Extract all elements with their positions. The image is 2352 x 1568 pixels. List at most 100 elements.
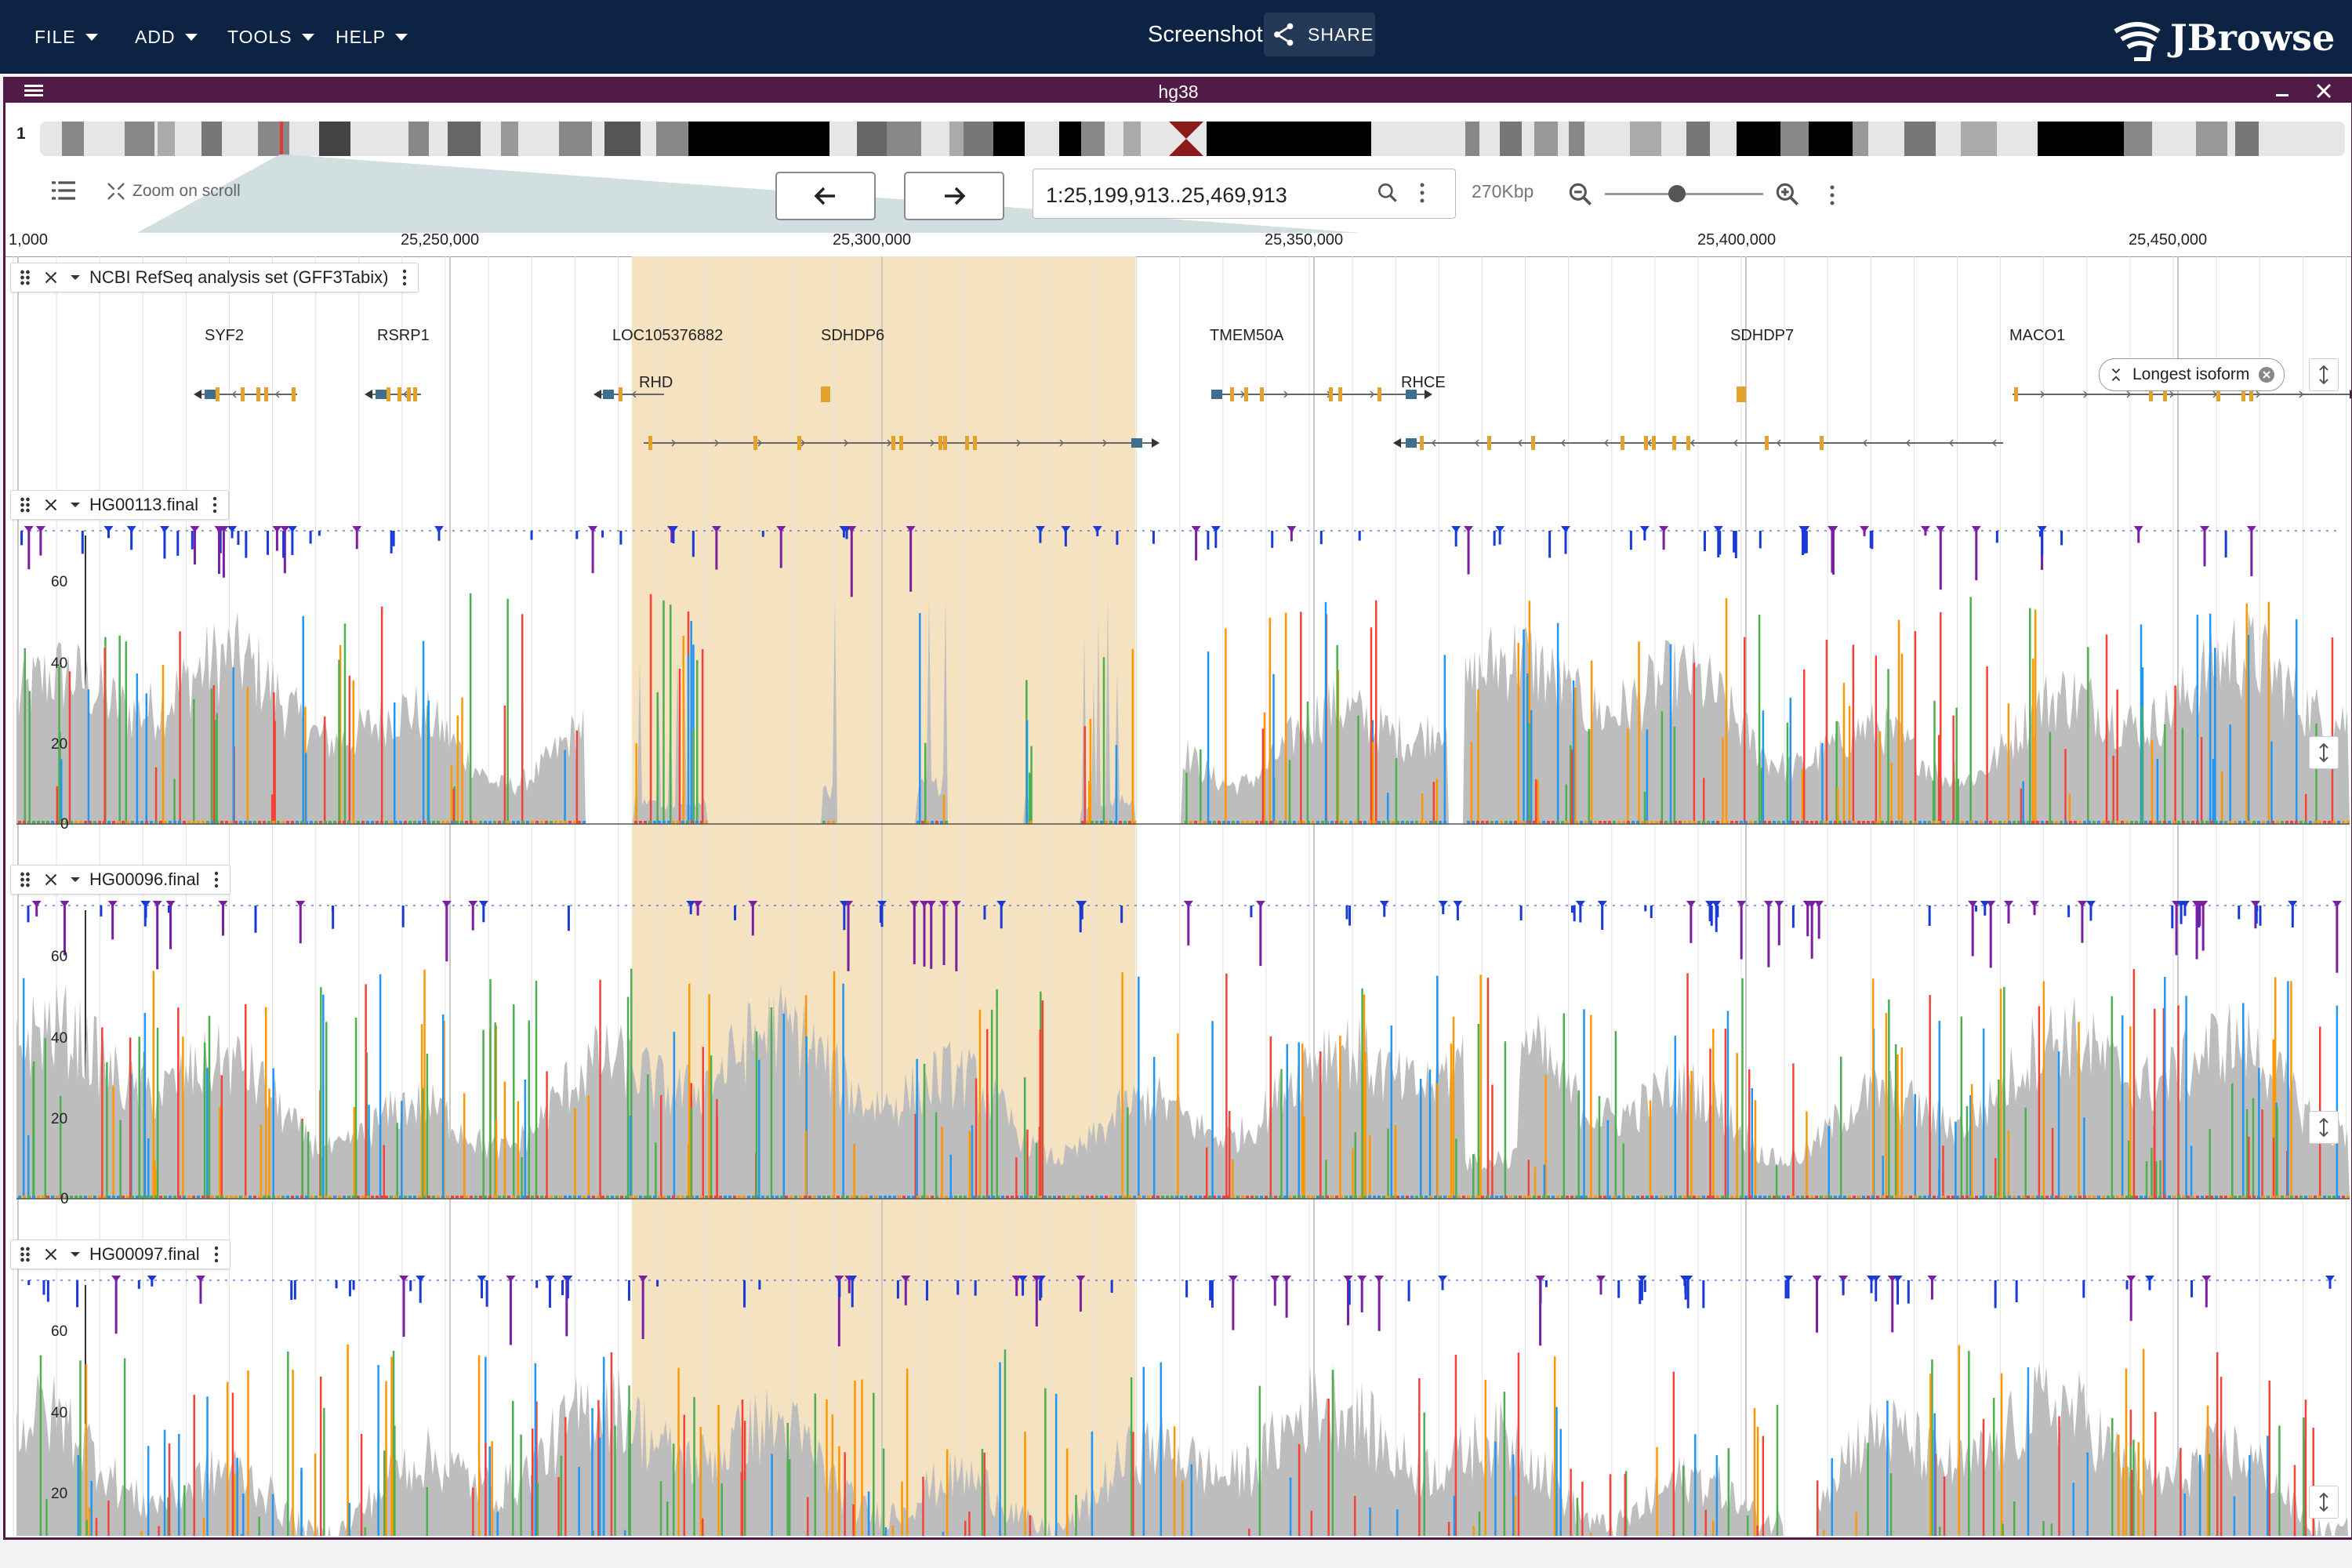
more-vert-icon[interactable]	[206, 493, 223, 517]
minimize-icon[interactable]	[2271, 79, 2295, 103]
zoom-slider[interactable]	[1605, 184, 1763, 203]
indel-triangle	[60, 901, 70, 907]
indel-triangle	[1575, 901, 1585, 907]
scroll-left-button[interactable]	[775, 172, 876, 220]
drag-handle-icon[interactable]	[14, 869, 36, 891]
track-header-coverage[interactable]: HG00113.final	[10, 490, 230, 520]
drag-handle-icon[interactable]	[14, 267, 36, 289]
gene-label[interactable]: RHCE	[1401, 374, 1446, 392]
location-input[interactable]: 1:25,199,913..25,469,913	[1046, 183, 1287, 208]
cytoband	[1569, 122, 1584, 156]
track-list-icon[interactable]	[48, 175, 79, 206]
cytoband	[258, 122, 289, 156]
close-icon[interactable]	[2312, 79, 2336, 103]
cytoband	[559, 122, 592, 156]
gene-label[interactable]: LOC105376882	[612, 327, 723, 345]
menu-file[interactable]: FILE	[34, 0, 98, 74]
ruler-tick-label: 25,250,000	[401, 231, 480, 249]
drag-handle-icon[interactable]	[14, 494, 36, 516]
zoom-slider-thumb[interactable]	[1668, 185, 1686, 202]
menu-add[interactable]: ADD	[135, 0, 198, 74]
indel-triangle	[1379, 901, 1389, 907]
track-header-coverage[interactable]: HG00097.final	[10, 1240, 230, 1269]
tracks-canvas[interactable]	[5, 256, 2351, 1536]
exon	[943, 436, 947, 450]
indel-triangle	[545, 1276, 555, 1282]
chevron-down-icon[interactable]	[66, 870, 85, 889]
indel-triangle	[434, 526, 445, 532]
track-header-coverage[interactable]: HG00096.final	[10, 865, 230, 895]
more-vert-icon[interactable]	[1413, 179, 1432, 207]
menu-help[interactable]: HELP	[336, 0, 408, 74]
menu-tools[interactable]: TOOLS	[227, 0, 314, 74]
indel-triangle	[1763, 901, 1773, 907]
cytoband	[448, 122, 481, 156]
gene-label[interactable]: TMEM50A	[1210, 327, 1283, 345]
resize-handle[interactable]	[2309, 1486, 2339, 1519]
more-vert-icon[interactable]	[208, 868, 225, 891]
exon	[292, 387, 296, 401]
chevron-down-icon[interactable]	[66, 1245, 85, 1264]
cytoband	[1534, 122, 1558, 156]
resize-handle[interactable]	[2309, 1111, 2339, 1144]
collapse-icon	[2111, 368, 2121, 381]
cytoband	[887, 122, 921, 156]
close-icon[interactable]	[41, 495, 61, 515]
zoom-out-icon[interactable]	[1566, 180, 1595, 209]
search-icon[interactable]	[1375, 180, 1400, 205]
track-header-genes[interactable]: NCBI RefSeq analysis set (GFF3Tabix)	[10, 263, 419, 292]
share-button[interactable]: SHARE	[1264, 13, 1375, 56]
close-icon[interactable]	[41, 1244, 61, 1265]
more-vert-icon[interactable]	[208, 1243, 225, 1266]
more-vert-icon[interactable]	[396, 266, 413, 289]
cytoband	[1686, 122, 1710, 156]
exon	[1377, 387, 1381, 401]
scroll-right-button[interactable]	[904, 172, 1004, 220]
ruler-tick-label: 25,450,000	[2129, 231, 2208, 249]
indel-triangle	[2246, 526, 2256, 532]
gene-feature	[365, 387, 421, 401]
cancel-icon[interactable]	[2257, 365, 2276, 384]
cytoband	[158, 122, 175, 156]
arrow-left-icon	[814, 187, 835, 205]
chevron-down-icon[interactable]	[66, 495, 85, 514]
gene-label[interactable]: SYF2	[205, 327, 244, 345]
close-icon[interactable]	[41, 869, 61, 890]
zoom-on-scroll-toggle[interactable]: Zoom on scroll	[104, 180, 241, 203]
logo-text: JBrowse	[2170, 16, 2336, 59]
indel-triangle	[1920, 526, 1930, 532]
chromosome-ideogram[interactable]	[40, 122, 2345, 156]
drag-handle-icon[interactable]	[14, 1243, 36, 1265]
exon	[1329, 387, 1333, 401]
utr	[603, 390, 614, 399]
longest-isoform-chip[interactable]: Longest isoform	[2099, 358, 2285, 391]
more-vert-icon[interactable]	[1823, 181, 1842, 209]
chevron-down-icon[interactable]	[66, 268, 85, 287]
resize-handle-icon	[2319, 742, 2328, 763]
y-tick-label: 40	[51, 1030, 68, 1047]
indel-triangle	[1438, 901, 1448, 907]
resize-handle[interactable]	[2309, 736, 2339, 769]
resize-handle-icon	[2319, 1492, 2328, 1512]
gene-label[interactable]: SDHDP6	[821, 327, 884, 345]
cytoband-dark	[1207, 122, 1371, 156]
gene-label[interactable]: RHD	[639, 374, 673, 392]
gene-label[interactable]: RSRP1	[377, 327, 430, 345]
zoom-in-icon[interactable]	[1773, 180, 1802, 209]
location-search-box[interactable]: 1:25,199,913..25,469,913	[1033, 169, 1456, 219]
indel-triangle	[1561, 526, 1571, 532]
indel-triangle	[1814, 901, 1824, 907]
close-icon[interactable]	[41, 267, 61, 288]
session-name[interactable]: Screenshot	[1148, 22, 1263, 48]
cytoband	[604, 122, 641, 156]
gene-label[interactable]: SDHDP7	[1730, 327, 1794, 345]
indel-triangle	[280, 526, 290, 532]
resize-handle-icon	[2319, 365, 2328, 385]
y-tick-label: 20	[51, 1486, 68, 1502]
exon	[1820, 436, 1824, 450]
cytoband	[1465, 122, 1479, 156]
gene-label[interactable]: MACO1	[2009, 327, 2065, 345]
indel-triangle	[218, 901, 228, 907]
position-ruler[interactable]: 1,000 25,250,000 25,300,000 25,350,000 2…	[5, 225, 2351, 257]
resize-handle[interactable]	[2309, 358, 2339, 391]
